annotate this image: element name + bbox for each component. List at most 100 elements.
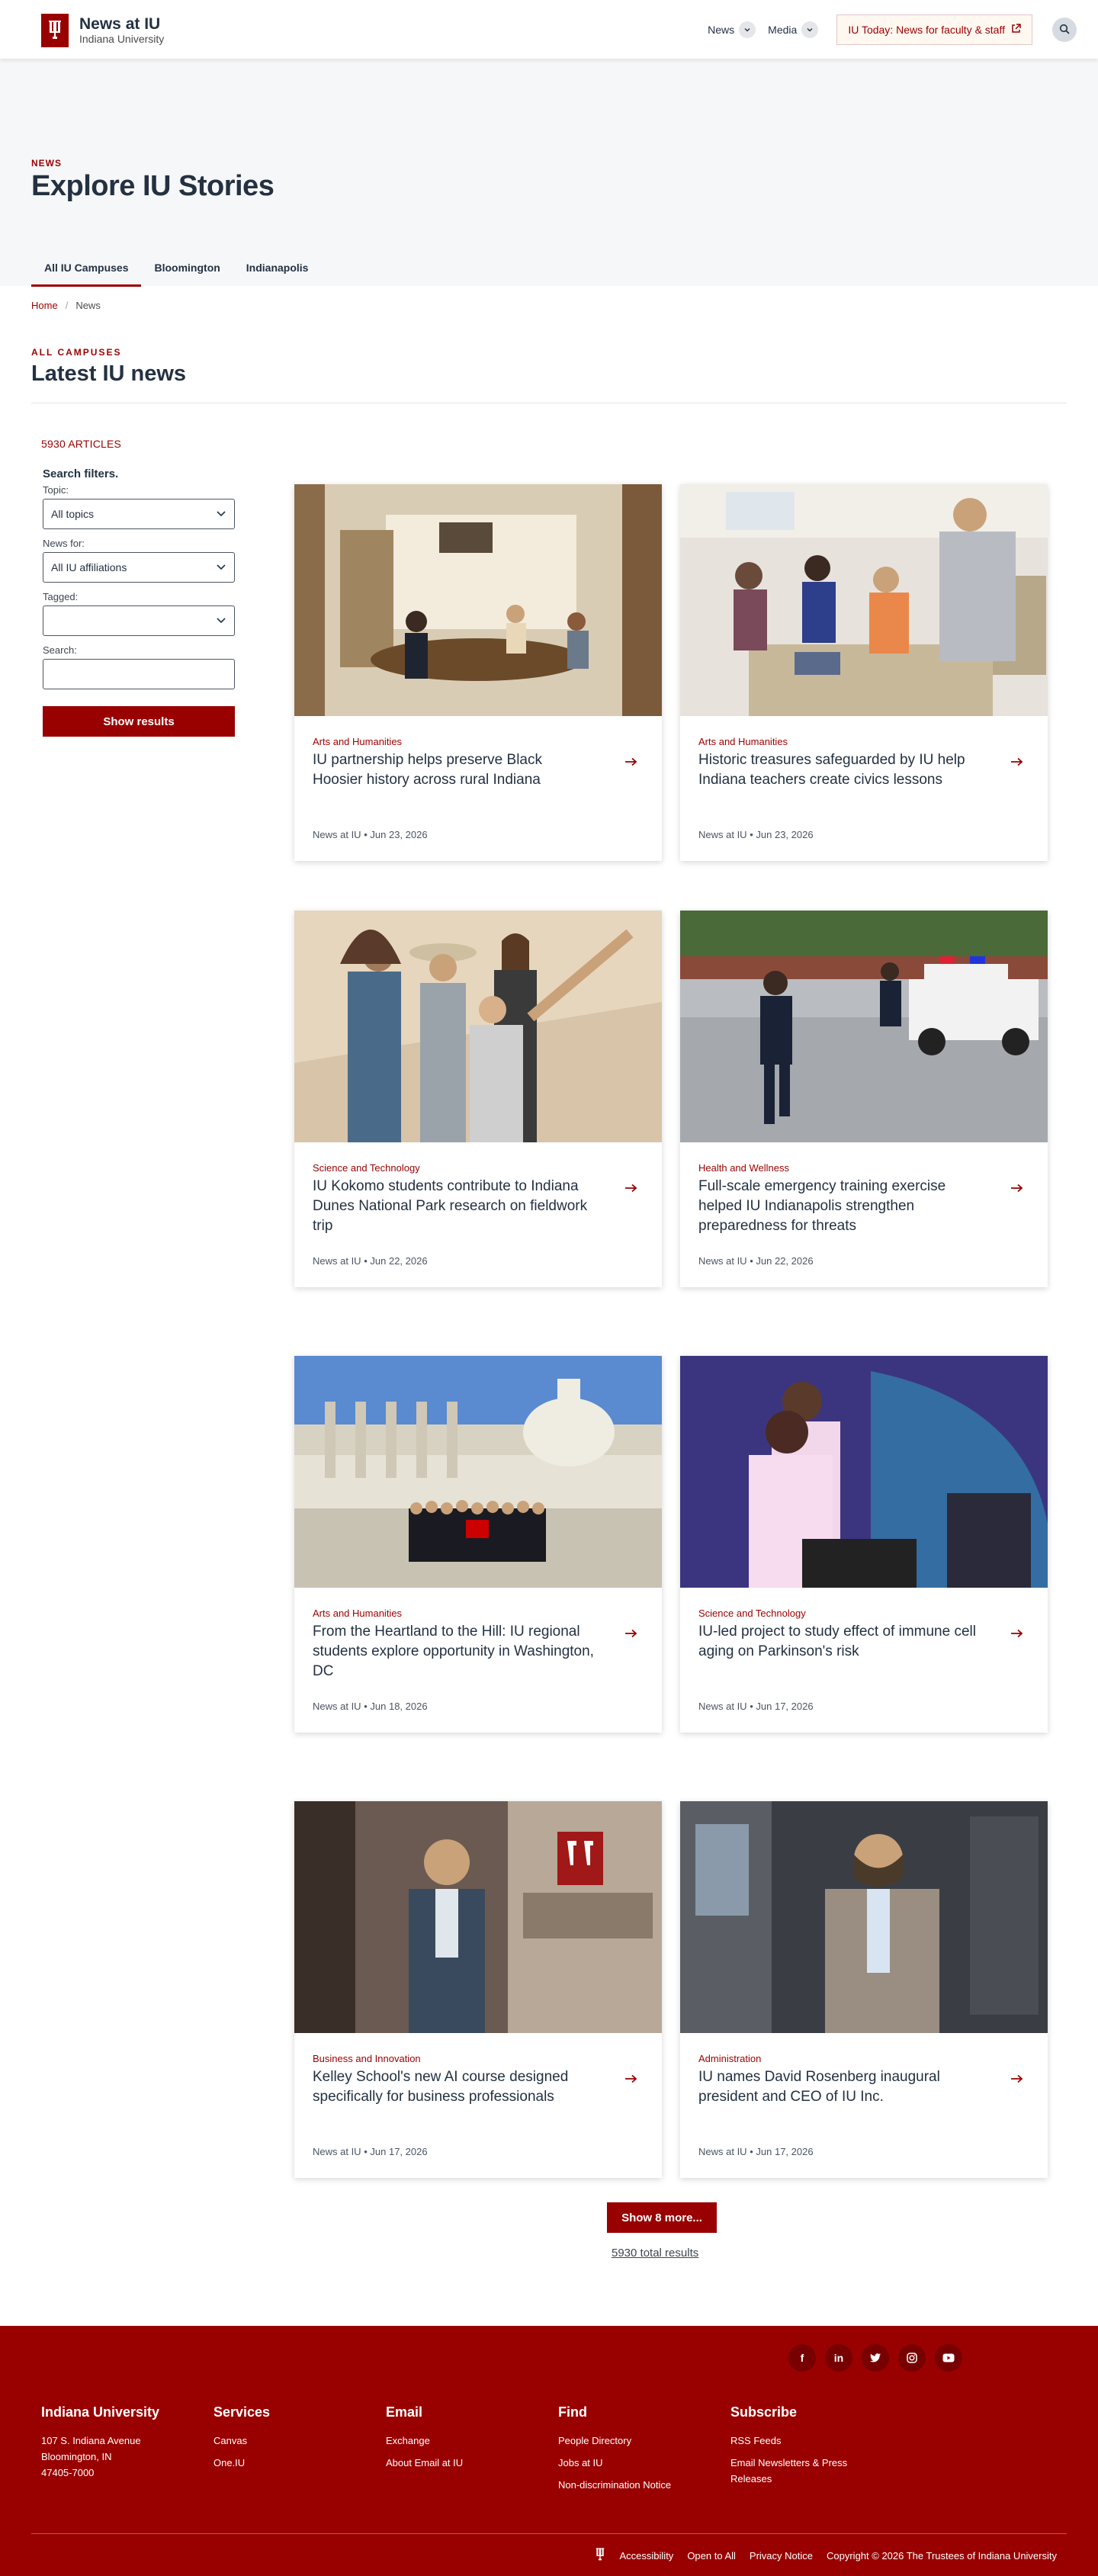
youtube-icon[interactable] [935, 2344, 962, 2372]
arrow-right-icon[interactable] [625, 1183, 637, 1196]
article-source: News at IU [313, 829, 361, 840]
arrow-right-icon[interactable] [625, 1628, 637, 1642]
article-title[interactable]: Historic treasures safeguarded by IU hel… [698, 750, 981, 790]
site-header: News at IU Indiana University News Media… [0, 0, 1098, 59]
article-image[interactable] [294, 1356, 662, 1588]
article-source: News at IU [698, 1701, 747, 1712]
tab-all-iu-campuses[interactable]: All IU Campuses [31, 252, 142, 287]
chevron-down-icon [801, 21, 819, 38]
arrow-right-icon[interactable] [1011, 1183, 1023, 1196]
article-date: Jun 23, 2026 [756, 829, 814, 840]
breadcrumb-home-link[interactable]: Home [31, 300, 58, 311]
meta-separator: • [364, 1701, 368, 1712]
search-icon [1059, 24, 1070, 37]
main-nav: News Media IU Today: News for faculty & … [706, 14, 1077, 45]
article-image[interactable] [294, 1801, 662, 2033]
article-category[interactable]: Business and Innovation [313, 2053, 421, 2064]
article-meta: News at IU • Jun 22, 2026 [313, 1255, 428, 1267]
topic-label: Topic: [43, 484, 69, 496]
home-logo-link[interactable]: News at IU Indiana University [41, 14, 164, 47]
article-title[interactable]: Kelley School's new AI course designed s… [313, 2067, 595, 2107]
article-meta: News at IU • Jun 17, 2026 [698, 1701, 814, 1712]
footer-link-one-iu[interactable]: One.IU [214, 2455, 270, 2471]
footer-link-rss[interactable]: RSS Feeds [730, 2433, 883, 2449]
article-category[interactable]: Administration [698, 2053, 761, 2064]
footer-link-newsletters[interactable]: Email Newsletters & Press Releases [730, 2455, 883, 2487]
article-image[interactable] [680, 484, 1048, 716]
meta-separator: • [750, 829, 753, 840]
article-meta: News at IU • Jun 18, 2026 [313, 1701, 428, 1712]
nav-item-news[interactable]: News [706, 18, 757, 41]
tagged-select[interactable] [43, 605, 235, 636]
article-card[interactable]: Arts and Humanities IU partnership helps … [294, 484, 662, 861]
footer-bottom-bar: Accessibility Open to All Privacy Notice… [594, 2547, 1057, 2565]
facebook-icon[interactable]: f [788, 2344, 816, 2372]
instagram-icon[interactable] [898, 2344, 926, 2372]
search-filters: Search filters. Topic: All topics News f… [43, 467, 235, 737]
article-title[interactable]: From the Heartland to the Hill: IU regio… [313, 1622, 595, 1681]
article-category[interactable]: Science and Technology [313, 1162, 420, 1174]
article-source: News at IU [313, 2146, 361, 2157]
article-category[interactable]: Arts and Humanities [313, 736, 402, 747]
footer-link-canvas[interactable]: Canvas [214, 2433, 270, 2449]
arrow-right-icon[interactable] [625, 2073, 637, 2087]
footer-link-accessibility[interactable]: Accessibility [620, 2550, 674, 2562]
footer-link-open-to-all[interactable]: Open to All [687, 2550, 736, 2562]
footer-link-privacy[interactable]: Privacy Notice [750, 2550, 813, 2562]
article-title[interactable]: IU names David Rosenberg inaugural presi… [698, 2067, 981, 2107]
footer-link-non-discrimination[interactable]: Non-discrimination Notice [558, 2477, 671, 2493]
article-category[interactable]: Science and Technology [698, 1608, 806, 1619]
article-image[interactable] [680, 911, 1048, 1142]
footer-link-jobs[interactable]: Jobs at IU [558, 2455, 671, 2471]
arrow-right-icon[interactable] [625, 756, 637, 770]
article-meta: News at IU • Jun 22, 2026 [698, 1255, 814, 1267]
show-more-button[interactable]: Show 8 more... [607, 2202, 717, 2233]
footer-link-about-email[interactable]: About Email at IU [386, 2455, 463, 2471]
tagged-label: Tagged: [43, 591, 79, 602]
article-title[interactable]: IU-led project to study effect of immune… [698, 1622, 981, 1662]
arrow-right-icon[interactable] [1011, 756, 1023, 770]
article-title[interactable]: IU partnership helps preserve Black Hoos… [313, 750, 595, 790]
twitter-icon[interactable] [862, 2344, 889, 2372]
nav-item-media[interactable]: Media [766, 18, 820, 41]
hero-banner: NEWS Explore IU Stories All IU Campuses … [0, 59, 1098, 287]
article-title[interactable]: Full-scale emergency training exercise h… [698, 1177, 981, 1236]
article-card[interactable]: Administration IU names David Rosenberg i… [680, 1801, 1048, 2178]
footer-link-people-directory[interactable]: People Directory [558, 2433, 671, 2449]
article-card[interactable]: Science and Technology IU-led project to … [680, 1356, 1048, 1733]
arrow-right-icon[interactable] [1011, 1628, 1023, 1642]
topic-select[interactable]: All topics [43, 499, 235, 529]
chevron-down-icon [216, 615, 226, 628]
article-card[interactable]: Arts and Humanities Historic treasures sa… [680, 484, 1048, 861]
article-card[interactable]: Science and Technology IU Kokomo students… [294, 911, 662, 1287]
tab-indianapolis[interactable]: Indianapolis [233, 252, 322, 287]
article-meta: News at IU • Jun 23, 2026 [698, 829, 814, 840]
article-card[interactable]: Arts and Humanities From the Heartland to… [294, 1356, 662, 1733]
iu-today-link[interactable]: IU Today: News for faculty & staff [836, 14, 1032, 45]
article-image[interactable] [294, 911, 662, 1142]
article-meta: News at IU • Jun 17, 2026 [698, 2146, 814, 2157]
article-category[interactable]: Arts and Humanities [698, 736, 788, 747]
article-image[interactable] [680, 1801, 1048, 2033]
show-results-button[interactable]: Show results [43, 706, 235, 737]
section-title: Latest IU news [31, 361, 187, 386]
article-date: Jun 17, 2026 [756, 2146, 814, 2157]
linkedin-icon[interactable]: in [825, 2344, 852, 2372]
meta-separator: • [364, 1255, 368, 1267]
news-for-select[interactable]: All IU affiliations [43, 552, 235, 583]
article-category[interactable]: Arts and Humanities [313, 1608, 402, 1619]
page-title: Explore IU Stories [31, 170, 274, 202]
tab-bloomington[interactable]: Bloomington [141, 252, 233, 287]
arrow-right-icon[interactable] [1011, 2073, 1023, 2087]
total-results-link[interactable]: 5930 total results [612, 2247, 698, 2260]
article-category[interactable]: Health and Wellness [698, 1162, 789, 1174]
article-card[interactable]: Business and Innovation Kelley School's n… [294, 1801, 662, 2178]
article-title[interactable]: IU Kokomo students contribute to Indiana… [313, 1177, 595, 1236]
search-button[interactable] [1052, 18, 1077, 42]
article-image[interactable] [680, 1356, 1048, 1588]
article-card[interactable]: Health and Wellness Full-scale emergency … [680, 911, 1048, 1287]
article-image[interactable] [294, 484, 662, 716]
search-input[interactable] [43, 659, 235, 689]
footer-link-exchange[interactable]: Exchange [386, 2433, 463, 2449]
footer-address-line: 47405-7000 [41, 2467, 95, 2478]
